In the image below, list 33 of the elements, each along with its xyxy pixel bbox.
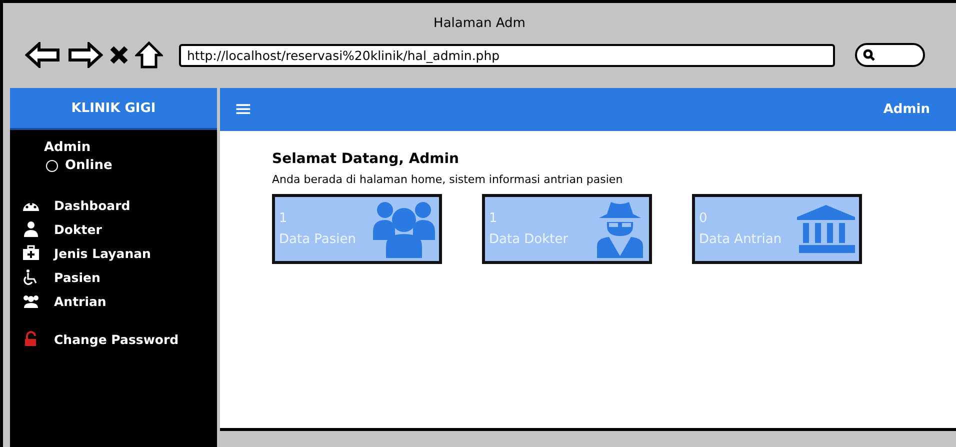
- sidebar-brand[interactable]: KLINIK GIGI: [10, 88, 217, 130]
- card-count: 1: [489, 211, 498, 226]
- users-icon: [22, 293, 40, 309]
- card-label: Data Dokter: [489, 232, 568, 247]
- sidebar-item[interactable]: Dokter: [54, 222, 102, 236]
- user-name: Admin: [44, 140, 92, 155]
- address-field[interactable]: http://localhost/reservasi%20klinik/hal_admin.php: [179, 44, 835, 66]
- sidebar-item[interactable]: Antrian: [54, 294, 106, 308]
- user-status: Online: [65, 158, 112, 173]
- menu-icon[interactable]: ≡: [234, 97, 252, 122]
- heading: Selamat Datang, Admin: [272, 151, 460, 167]
- bank-icon: [797, 205, 855, 253]
- card-label: Data Antrian: [699, 232, 782, 247]
- user-menu[interactable]: Admin: [883, 102, 930, 117]
- search-icon: [863, 49, 875, 61]
- status-icon: [46, 160, 58, 172]
- subtitle: Anda berada di halaman home, sistem informasi antrian pasien: [272, 173, 624, 186]
- sidebar-item[interactable]: Dashboard: [54, 198, 130, 212]
- window-title: Halaman Adm: [432, 15, 526, 31]
- users-icon: [373, 200, 435, 258]
- card-count: 1: [279, 211, 288, 226]
- card-count: 0: [699, 211, 708, 226]
- search-field[interactable]: [855, 43, 925, 67]
- forward-icon[interactable]: [67, 42, 103, 68]
- sidebar-item[interactable]: Change Password: [54, 332, 179, 346]
- medical-kit-icon: [22, 245, 40, 261]
- card-label: Data Pasien: [279, 232, 356, 247]
- close-icon[interactable]: [109, 45, 129, 65]
- spy-icon: [595, 200, 645, 258]
- doctor-icon: [22, 221, 40, 237]
- back-icon[interactable]: [25, 42, 61, 68]
- sidebar-item[interactable]: Jenis Layanan: [54, 246, 151, 260]
- sidebar-item[interactable]: Pasien: [54, 270, 100, 284]
